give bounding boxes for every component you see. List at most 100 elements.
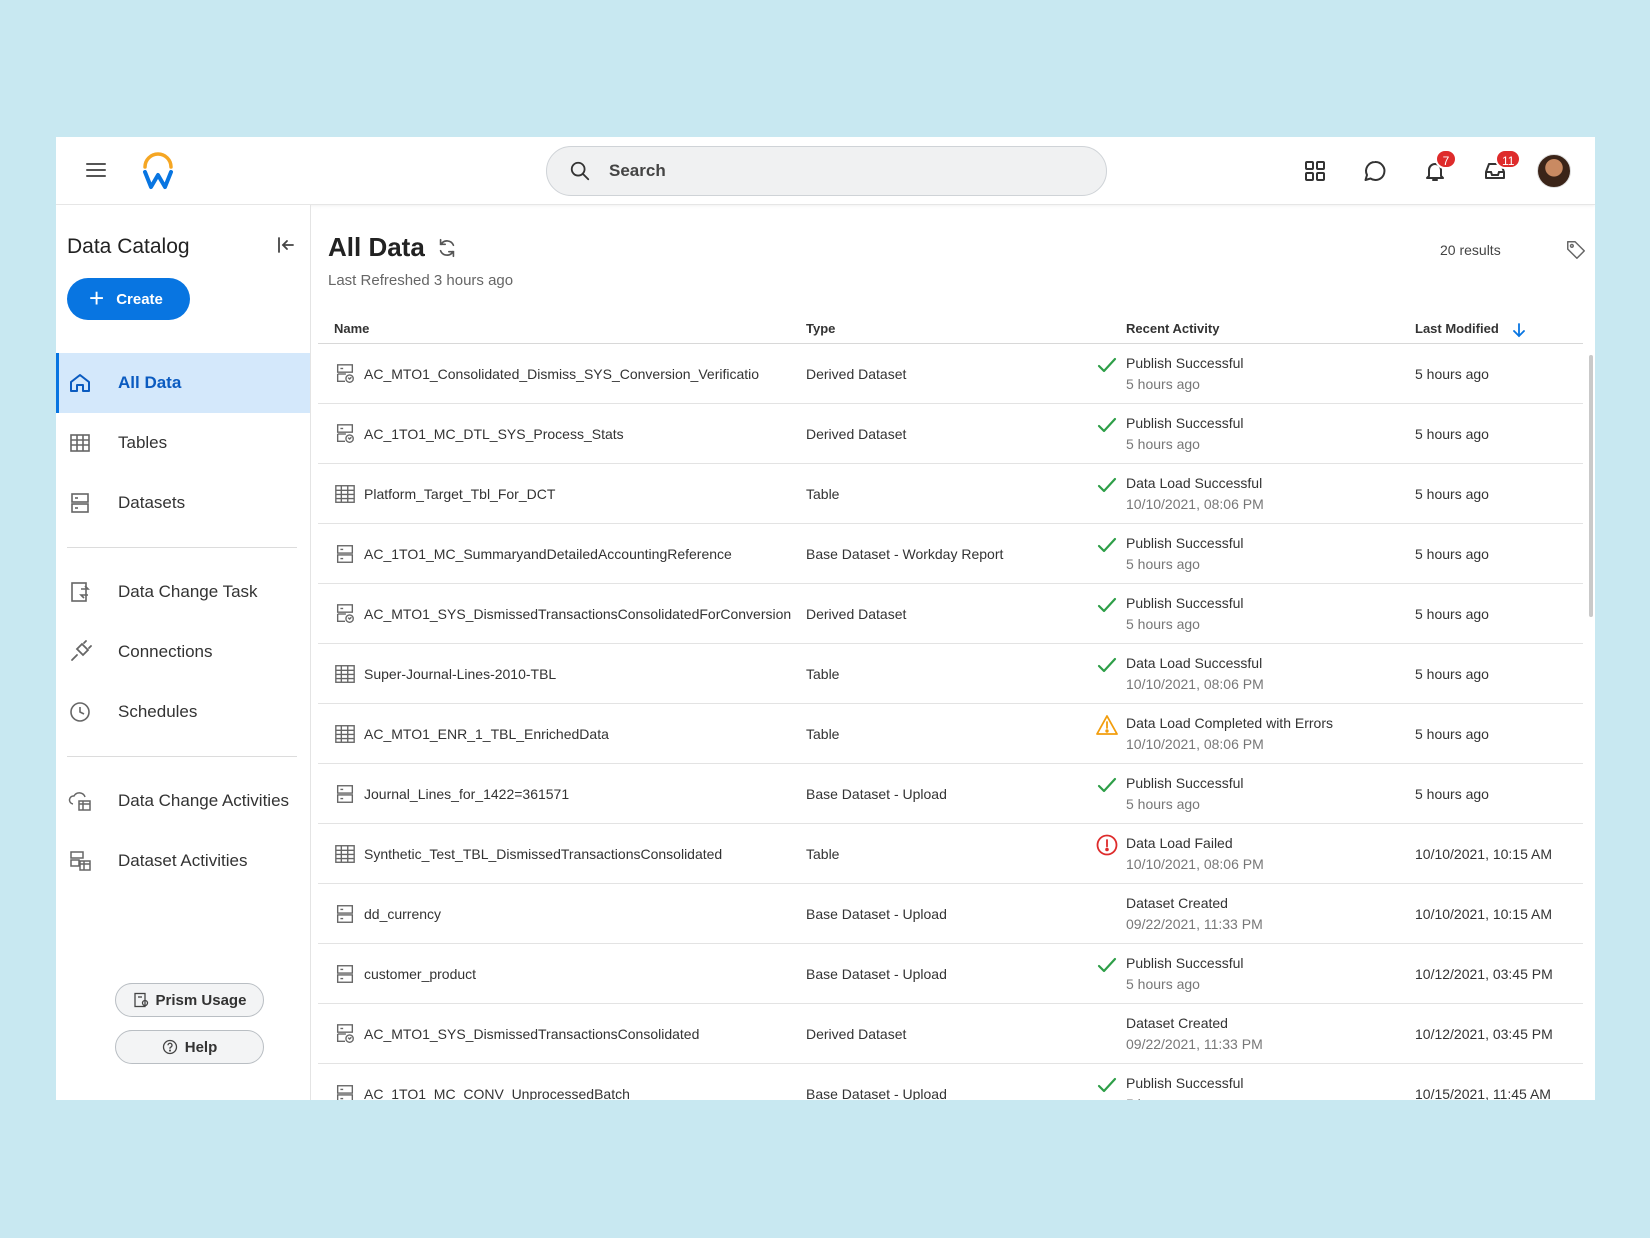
row-name-cell[interactable]: Synthetic_Test_TBL_DismissedTransactions…: [334, 843, 722, 865]
row-name-cell[interactable]: AC_1TO1_MC_SummaryandDetailedAccountingR…: [334, 543, 732, 565]
table-row[interactable]: AC_MTO1_ENR_1_TBL_EnrichedData Table Data …: [318, 704, 1583, 764]
table-row[interactable]: AC_MTO1_SYS_DismissedTransactionsConsoli…: [318, 584, 1583, 644]
prism-usage-button[interactable]: Prism Usage: [115, 983, 264, 1017]
row-name-cell[interactable]: AC_MTO1_ENR_1_TBL_EnrichedData: [334, 723, 609, 745]
row-name[interactable]: customer_product: [364, 966, 476, 982]
vertical-scrollbar[interactable]: [1589, 355, 1593, 617]
sidebar-item-schedules[interactable]: Schedules: [56, 682, 310, 742]
table-row[interactable]: Synthetic_Test_TBL_DismissedTransactions…: [318, 824, 1583, 884]
global-search[interactable]: [546, 146, 1107, 196]
row-last-modified: 5 hours ago: [1415, 426, 1489, 442]
row-type: Derived Dataset: [806, 426, 907, 442]
table-row[interactable]: Journal_Lines_for_1422=361571 Base Datase…: [318, 764, 1583, 824]
row-name[interactable]: AC_MTO1_ENR_1_TBL_EnrichedData: [364, 726, 609, 742]
row-last-modified: 5 hours ago: [1415, 786, 1489, 802]
table-row[interactable]: Platform_Target_Tbl_For_DCT Table Data Loa…: [318, 464, 1583, 524]
row-name[interactable]: Synthetic_Test_TBL_DismissedTransactions…: [364, 846, 722, 862]
error-circle-icon: [1096, 834, 1118, 856]
sidebar-item-all-data[interactable]: All Data: [56, 353, 310, 413]
row-activity-time: 10/10/2021, 08:06 PM: [1126, 496, 1264, 512]
row-activity: Data Load Successful: [1126, 655, 1263, 671]
sidebar-item-label: Tables: [118, 433, 168, 452]
table-header: Name Type Recent Activity Last Modified: [318, 315, 1583, 344]
row-name-cell[interactable]: Super-Journal-Lines-2010-TBL: [334, 663, 556, 685]
row-activity: Dataset Created: [1126, 895, 1228, 911]
row-name[interactable]: dd_currency: [364, 906, 441, 922]
table-row[interactable]: AC_MTO1_Consolidated_Dismiss_SYS_Convers…: [318, 344, 1583, 404]
row-name[interactable]: AC_MTO1_Consolidated_Dismiss_SYS_Convers…: [364, 366, 759, 382]
collapse-sidebar-icon[interactable]: [274, 233, 298, 257]
workday-logo[interactable]: [138, 151, 178, 191]
column-header-last-modified[interactable]: Last Modified: [1415, 321, 1527, 338]
row-name-cell[interactable]: AC_1TO1_MC_DTL_SYS_Process_Stats: [334, 423, 624, 445]
table-row[interactable]: customer_product Base Dataset - Upload Pub…: [318, 944, 1583, 1004]
row-name-cell[interactable]: AC_1TO1_MC_CONV_UnprocessedBatch: [334, 1083, 630, 1100]
chat-button[interactable]: [1353, 149, 1397, 193]
success-check-icon: [1097, 597, 1117, 613]
row-activity-time: 5 hours ago: [1126, 556, 1200, 572]
row-name[interactable]: AC_MTO1_SYS_DismissedTransactionsConsoli…: [364, 1026, 699, 1042]
table-row[interactable]: AC_1TO1_MC_CONV_UnprocessedBatch Base Dat…: [318, 1064, 1583, 1100]
tag-icon[interactable]: [1565, 239, 1587, 261]
search-icon: [570, 161, 590, 181]
sidebar-item-label: Data Change Activities: [118, 791, 290, 810]
row-name-cell[interactable]: Journal_Lines_for_1422=361571: [334, 783, 569, 805]
table-icon: [335, 725, 355, 743]
help-button[interactable]: Help: [115, 1030, 264, 1064]
row-name-cell[interactable]: customer_product: [334, 963, 476, 985]
row-name[interactable]: AC_1TO1_MC_SummaryandDetailedAccountingR…: [364, 546, 732, 562]
sidebar-item-tables[interactable]: Tables: [56, 413, 310, 473]
row-activity: Data Load Successful: [1126, 475, 1263, 491]
row-activity: Publish Successful: [1126, 955, 1244, 971]
prism-usage-label: Prism Usage: [155, 991, 247, 1009]
row-name-cell[interactable]: AC_MTO1_SYS_DismissedTransactionsConsoli…: [334, 603, 791, 625]
row-name[interactable]: Platform_Target_Tbl_For_DCT: [364, 486, 555, 502]
dataset-activities-icon: [70, 851, 91, 871]
apps-grid-button[interactable]: [1293, 149, 1337, 193]
sidebar-item-data-change-task[interactable]: Data Change Task: [56, 562, 310, 622]
apps-grid-icon: [1305, 161, 1325, 181]
column-header-activity[interactable]: Recent Activity: [1126, 321, 1219, 336]
help-label: Help: [184, 1038, 218, 1056]
table-row[interactable]: AC_1TO1_MC_DTL_SYS_Process_Stats Derived …: [318, 404, 1583, 464]
last-refreshed-text: Last Refreshed 3 hours ago: [328, 272, 514, 289]
sidebar-item-data-change-activities[interactable]: Data Change Activities: [56, 771, 310, 831]
column-header-type[interactable]: Type: [806, 321, 835, 336]
sidebar-item-label: Data Change Task: [118, 582, 258, 601]
row-name-cell[interactable]: AC_MTO1_Consolidated_Dismiss_SYS_Convers…: [334, 363, 759, 385]
sidebar: Data Catalog + Create All Data Tables Dat…: [56, 205, 311, 1100]
success-check-icon: [1097, 357, 1117, 373]
row-name[interactable]: AC_MTO1_SYS_DismissedTransactionsConsoli…: [364, 606, 791, 622]
table-row[interactable]: Super-Journal-Lines-2010-TBL Table Data Lo…: [318, 644, 1583, 704]
table-row[interactable]: AC_MTO1_SYS_DismissedTransactionsConsoli…: [318, 1004, 1583, 1064]
table-icon: [70, 434, 90, 452]
user-avatar[interactable]: [1537, 154, 1571, 188]
table-row[interactable]: dd_currency Base Dataset - Upload Dataset …: [318, 884, 1583, 944]
global-search-input[interactable]: [609, 161, 1049, 181]
sidebar-item-connections[interactable]: Connections: [56, 622, 310, 682]
table-row[interactable]: AC_1TO1_MC_SummaryandDetailedAccountingR…: [318, 524, 1583, 584]
row-last-modified: 5 hours ago: [1415, 486, 1489, 502]
row-name[interactable]: AC_1TO1_MC_CONV_UnprocessedBatch: [364, 1086, 630, 1100]
row-name-cell[interactable]: AC_MTO1_SYS_DismissedTransactionsConsoli…: [334, 1023, 699, 1045]
sort-descending-icon[interactable]: [1511, 322, 1527, 338]
row-activity-time: 5 hours ago: [1126, 1096, 1200, 1100]
table-icon: [335, 845, 355, 863]
row-type: Base Dataset - Upload: [806, 1086, 947, 1100]
row-name[interactable]: Super-Journal-Lines-2010-TBL: [364, 666, 556, 682]
dataset-icon: [336, 905, 354, 923]
app-window: 7 11 Data Catalog + Create All Data Table…: [56, 137, 1595, 1100]
sidebar-item-datasets[interactable]: Datasets: [56, 473, 310, 533]
row-name[interactable]: Journal_Lines_for_1422=361571: [364, 786, 569, 802]
row-type: Base Dataset - Upload: [806, 906, 947, 922]
inbox-button[interactable]: 11: [1473, 149, 1522, 193]
row-name-cell[interactable]: dd_currency: [334, 903, 441, 925]
hamburger-menu-icon[interactable]: [84, 159, 108, 183]
create-button[interactable]: + Create: [67, 278, 190, 320]
refresh-icon[interactable]: [436, 237, 458, 259]
row-name-cell[interactable]: Platform_Target_Tbl_For_DCT: [334, 483, 555, 505]
notifications-button[interactable]: 7: [1413, 149, 1457, 193]
row-name[interactable]: AC_1TO1_MC_DTL_SYS_Process_Stats: [364, 426, 624, 442]
column-header-name[interactable]: Name: [334, 321, 369, 336]
sidebar-item-dataset-activities[interactable]: Dataset Activities: [56, 831, 310, 891]
